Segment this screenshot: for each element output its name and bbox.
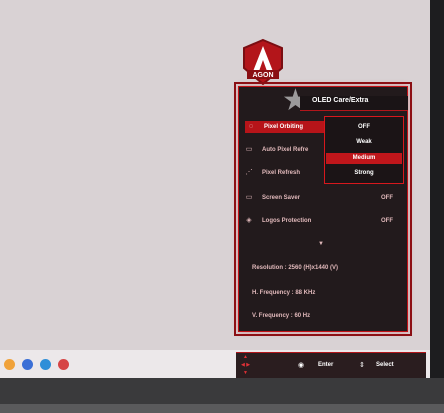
brand-text: AGON <box>253 72 274 79</box>
select-button-icon[interactable]: ⇕ <box>359 361 365 369</box>
nav-down-icon: ▼ <box>243 370 248 376</box>
nav-left-icon: ◀ ▶ <box>241 362 251 368</box>
monitor-bezel <box>430 0 444 413</box>
pixel-orbiting-submenu: OFF Weak Medium Strong <box>324 116 404 184</box>
taskbar-app-icon[interactable] <box>22 359 33 370</box>
osd-title: OLED Care/Extra <box>312 97 369 104</box>
monitor-stand-edge <box>0 404 444 413</box>
pixel-icon: ⋰ <box>245 169 253 176</box>
menu-item-label: Pixel Orbiting <box>264 124 304 130</box>
screen-icon: ▭ <box>245 194 253 201</box>
orbit-icon: ◌ <box>248 123 254 130</box>
option-medium[interactable]: Medium <box>326 153 402 164</box>
menu-item-pixel-refresh[interactable]: ⋰ Pixel Refresh <box>245 167 301 179</box>
v-frequency-info: V. Frequency : 60 Hz <box>252 313 311 319</box>
taskbar-app-icon[interactable] <box>40 359 51 370</box>
menu-item-screen-saver[interactable]: ▭ Screen Saver <box>245 192 300 204</box>
screen-saver-value: OFF <box>381 195 393 201</box>
enter-button[interactable]: Enter <box>318 362 333 368</box>
menu-item-logos-protection[interactable]: ◈ Logos Protection <box>245 215 311 227</box>
menu-item-label: Logos Protection <box>262 218 312 224</box>
menu-item-label: Auto Pixel Refre <box>262 147 309 153</box>
menu-item-label: Pixel Refresh <box>262 170 301 176</box>
logo-icon: ◈ <box>246 217 252 224</box>
enter-button-icon[interactable]: ◉ <box>298 361 304 369</box>
logos-protection-value: OFF <box>381 218 393 224</box>
scroll-down-icon: ▼ <box>318 241 324 247</box>
menu-item-pixel-orbiting[interactable]: ◌ Pixel Orbiting <box>245 121 325 133</box>
resolution-info: Resolution : 2560 (H)x1440 (V) <box>252 265 339 271</box>
refresh-icon: ▭ <box>245 146 253 153</box>
option-strong[interactable]: Strong <box>326 168 402 179</box>
h-frequency-info: H. Frequency : 88 KHz <box>252 290 316 296</box>
menu-item-auto-pixel-refresh[interactable]: ▭ Auto Pixel Refre <box>245 144 309 156</box>
taskbar-app-icon[interactable] <box>4 359 15 370</box>
option-off[interactable]: OFF <box>326 122 402 133</box>
agon-logo-icon: AGON <box>243 38 283 86</box>
option-weak[interactable]: Weak <box>326 137 402 148</box>
nav-up-icon: ▲ <box>243 354 248 360</box>
menu-item-label: Screen Saver <box>262 195 301 201</box>
taskbar-app-icon[interactable] <box>58 359 69 370</box>
select-button[interactable]: Select <box>376 362 394 368</box>
